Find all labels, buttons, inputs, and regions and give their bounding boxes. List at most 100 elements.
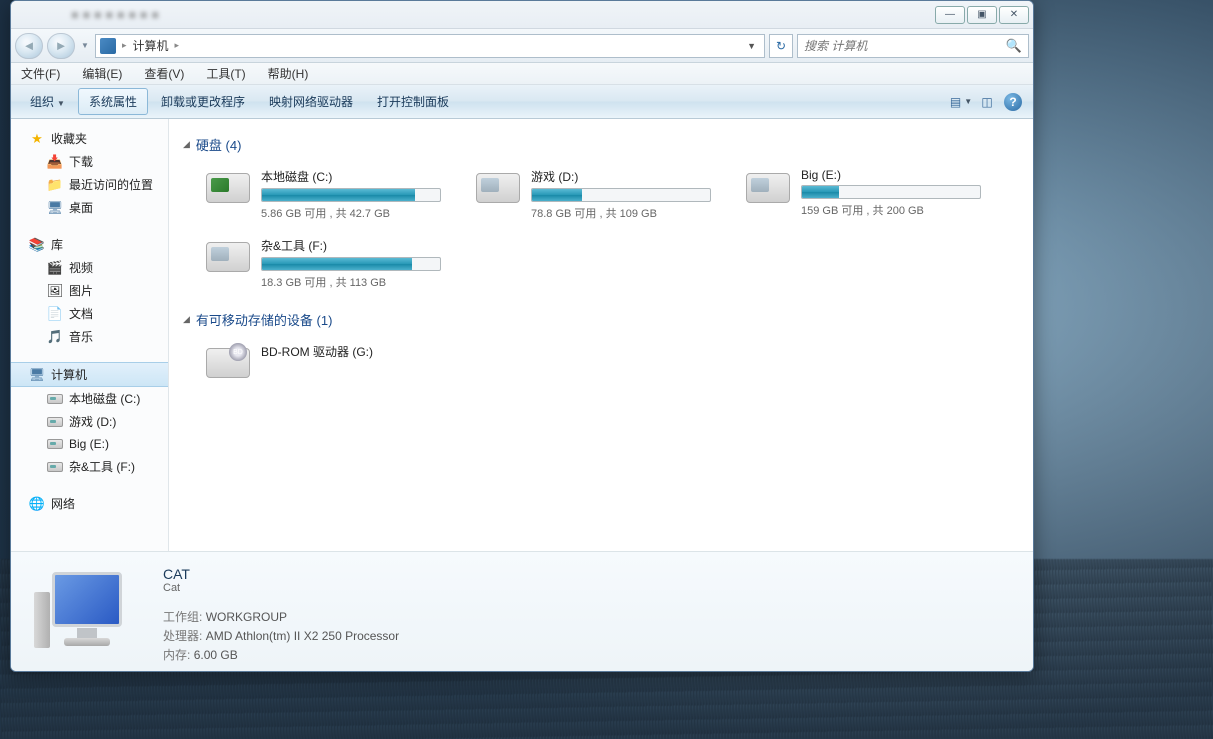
- refresh-button[interactable]: ↻: [769, 34, 793, 58]
- menu-view[interactable]: 查看(V): [140, 63, 188, 84]
- drive-icon: [205, 237, 251, 277]
- content-pane[interactable]: ◢硬盘 (4) 本地磁盘 (C:) 5.86 GB 可用 , 共 42.7 GB…: [169, 119, 1033, 551]
- search-icon[interactable]: 🔍: [1006, 38, 1022, 54]
- music-icon: 🎵: [47, 329, 63, 345]
- menu-help[interactable]: 帮助(H): [264, 63, 313, 84]
- body-area: ★收藏夹 📥下载 📁最近访问的位置 🖥桌面 📚库 🎬视频 🖼图片 📄文档 🎵音乐…: [11, 119, 1033, 551]
- sidebar-documents[interactable]: 📄文档: [11, 302, 168, 325]
- sidebar-drive-d[interactable]: 游戏 (D:): [11, 410, 168, 433]
- titlebar[interactable]: ■ ■ ■ ■ ■ ■ ■ ■ — ▣ ✕: [11, 1, 1033, 29]
- help-button[interactable]: ?: [1001, 90, 1025, 114]
- drive-icon: [745, 168, 791, 208]
- organize-button[interactable]: 组织▼: [19, 88, 76, 115]
- menu-tools[interactable]: 工具(T): [202, 63, 249, 84]
- drive-c[interactable]: 本地磁盘 (C:) 5.86 GB 可用 , 共 42.7 GB: [201, 164, 451, 225]
- drive-stat: 78.8 GB 可用 , 共 109 GB: [531, 205, 717, 221]
- details-workgroup: 工作组: WORKGROUP: [163, 608, 1017, 627]
- capacity-bar: [261, 188, 441, 202]
- drive-name: 杂&工具 (F:): [261, 237, 447, 254]
- menu-edit[interactable]: 编辑(E): [78, 63, 126, 84]
- drive-stat: 18.3 GB 可用 , 共 113 GB: [261, 274, 447, 290]
- group-removable[interactable]: ◢有可移动存储的设备 (1): [183, 310, 1019, 329]
- download-icon: 📥: [47, 154, 63, 170]
- minimize-button[interactable]: —: [935, 6, 965, 24]
- details-info: CAT Cat 工作组: WORKGROUP 处理器: AMD Athlon(t…: [163, 562, 1017, 661]
- breadcrumb-sep-icon: ▸: [122, 40, 127, 51]
- menu-file[interactable]: 文件(F): [17, 63, 64, 84]
- address-bar[interactable]: ▸ 计算机 ▸ ▼: [95, 34, 765, 58]
- map-network-drive-button[interactable]: 映射网络驱动器: [258, 88, 364, 115]
- drive-name: BD-ROM 驱动器 (G:): [261, 343, 447, 360]
- details-subtitle: Cat: [163, 582, 1017, 594]
- open-control-panel-button[interactable]: 打开控制面板: [366, 88, 460, 115]
- drive-d[interactable]: 游戏 (D:) 78.8 GB 可用 , 共 109 GB: [471, 164, 721, 225]
- navigation-pane[interactable]: ★收藏夹 📥下载 📁最近访问的位置 🖥桌面 📚库 🎬视频 🖼图片 📄文档 🎵音乐…: [11, 119, 169, 551]
- chevron-down-icon: ◢: [183, 314, 190, 325]
- system-properties-button[interactable]: 系统属性: [78, 88, 148, 115]
- drive-icon: [47, 436, 63, 452]
- nav-back-button[interactable]: ◄: [15, 33, 43, 59]
- capacity-bar: [531, 188, 711, 202]
- drive-stat: 159 GB 可用 , 共 200 GB: [801, 202, 987, 218]
- sidebar-computer[interactable]: 🖥计算机: [11, 362, 168, 387]
- sidebar-pictures[interactable]: 🖼图片: [11, 279, 168, 302]
- chevron-down-icon: ▼: [57, 99, 65, 108]
- drive-stat: 5.86 GB 可用 , 共 42.7 GB: [261, 205, 447, 221]
- network-icon: 🌐: [29, 496, 45, 512]
- capacity-bar: [801, 185, 981, 199]
- drive-name: 本地磁盘 (C:): [261, 168, 447, 185]
- search-input[interactable]: [804, 39, 1002, 53]
- nav-history-dropdown[interactable]: ▼: [79, 33, 91, 59]
- sidebar-libraries[interactable]: 📚库: [11, 233, 168, 256]
- preview-pane-button[interactable]: ◫: [975, 90, 999, 114]
- library-icon: 📚: [29, 237, 45, 253]
- drive-f[interactable]: 杂&工具 (F:) 18.3 GB 可用 , 共 113 GB: [201, 233, 451, 294]
- details-title: CAT: [163, 566, 1017, 582]
- sidebar-recent[interactable]: 📁最近访问的位置: [11, 173, 168, 196]
- drive-e[interactable]: Big (E:) 159 GB 可用 , 共 200 GB: [741, 164, 991, 225]
- recent-icon: 📁: [47, 177, 63, 193]
- sidebar-desktop[interactable]: 🖥桌面: [11, 196, 168, 219]
- sidebar-videos[interactable]: 🎬视频: [11, 256, 168, 279]
- drive-icon: [47, 459, 63, 475]
- sidebar-drive-e[interactable]: Big (E:): [11, 433, 168, 455]
- chevron-down-icon: ◢: [183, 139, 190, 150]
- drive-icon: [475, 168, 521, 208]
- drive-icon: [205, 168, 251, 208]
- details-icon: [27, 562, 147, 662]
- computer-large-icon: [42, 572, 132, 652]
- sidebar-favorites[interactable]: ★收藏夹: [11, 127, 168, 150]
- drive-icon: [47, 391, 63, 407]
- sidebar-drive-c[interactable]: 本地磁盘 (C:): [11, 387, 168, 410]
- computer-icon: [100, 38, 116, 54]
- drive-name: 游戏 (D:): [531, 168, 717, 185]
- bdrom-icon: [205, 343, 251, 383]
- view-options-button[interactable]: ▤▼: [949, 90, 973, 114]
- navigation-bar: ◄ ► ▼ ▸ 计算机 ▸ ▼ ↻ 🔍: [11, 29, 1033, 63]
- group-hard-drives[interactable]: ◢硬盘 (4): [183, 135, 1019, 154]
- address-dropdown-icon[interactable]: ▼: [743, 41, 760, 51]
- close-button[interactable]: ✕: [999, 6, 1029, 24]
- help-icon: ?: [1004, 93, 1022, 111]
- details-ram: 内存: 6.00 GB: [163, 646, 1017, 665]
- video-icon: 🎬: [47, 260, 63, 276]
- sidebar-downloads[interactable]: 📥下载: [11, 150, 168, 173]
- picture-icon: 🖼: [47, 283, 63, 299]
- drive-name: Big (E:): [801, 168, 987, 182]
- uninstall-programs-button[interactable]: 卸载或更改程序: [150, 88, 256, 115]
- desktop-icon: 🖥: [47, 200, 63, 216]
- drive-bdrom[interactable]: BD-ROM 驱动器 (G:): [201, 339, 451, 387]
- titlebar-caption: ■ ■ ■ ■ ■ ■ ■ ■: [11, 7, 933, 22]
- sidebar-music[interactable]: 🎵音乐: [11, 325, 168, 348]
- maximize-button[interactable]: ▣: [967, 6, 997, 24]
- sidebar-drive-f[interactable]: 杂&工具 (F:): [11, 455, 168, 478]
- breadcrumb-sep-icon: ▸: [175, 40, 180, 51]
- document-icon: 📄: [47, 306, 63, 322]
- details-pane: CAT Cat 工作组: WORKGROUP 处理器: AMD Athlon(t…: [11, 551, 1033, 671]
- breadcrumb-location[interactable]: 计算机: [133, 37, 169, 54]
- capacity-bar: [261, 257, 441, 271]
- nav-forward-button[interactable]: ►: [47, 33, 75, 59]
- search-box[interactable]: 🔍: [797, 34, 1029, 58]
- drive-icon: [47, 414, 63, 430]
- sidebar-network[interactable]: 🌐网络: [11, 492, 168, 515]
